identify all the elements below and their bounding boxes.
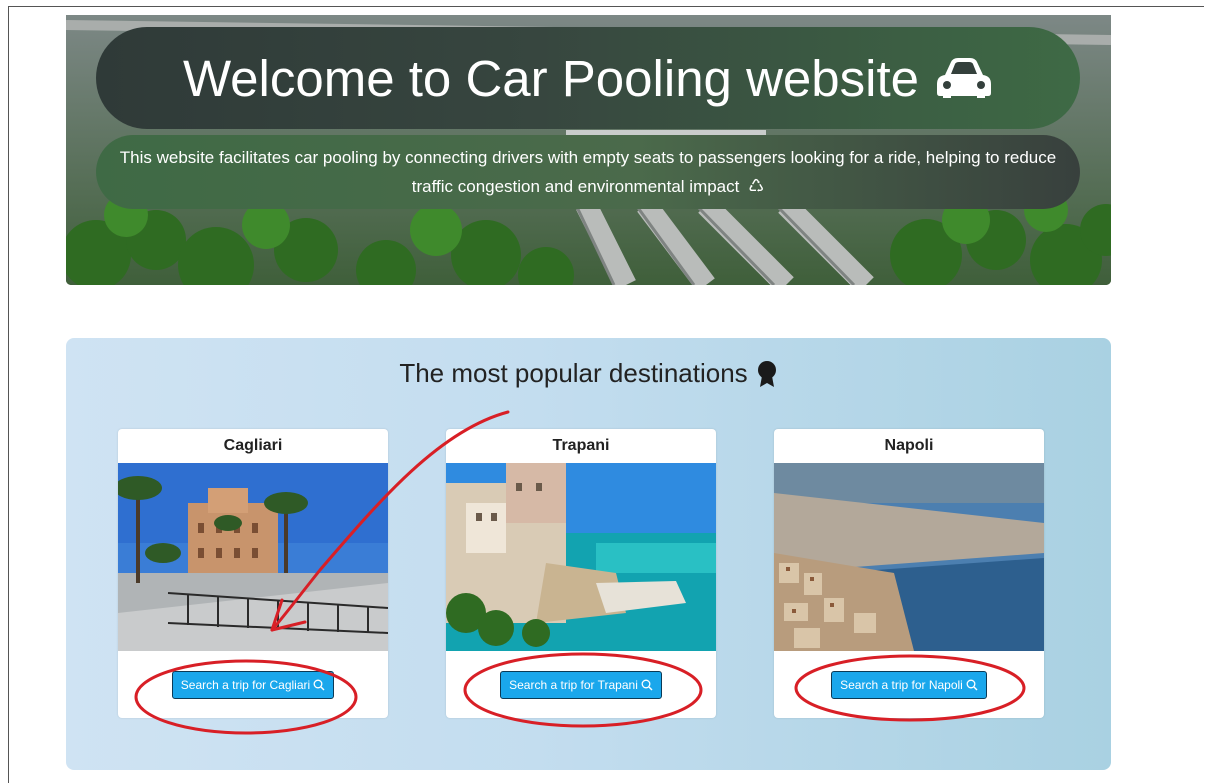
card-title: Trapani xyxy=(552,437,610,454)
car-icon xyxy=(937,58,992,98)
popular-destinations-section: The most popular destinations Cagliari S… xyxy=(66,338,1111,770)
card-title: Napoli xyxy=(884,437,934,454)
napoli-image xyxy=(774,463,1044,651)
section-title: The most popular destinations xyxy=(66,358,1111,389)
destination-card-napoli: Napoli Search a trip for Napoli xyxy=(774,429,1044,718)
search-icon xyxy=(641,679,653,690)
trapani-image xyxy=(446,463,716,651)
hero-description-pill: This website facilitates car pooling by … xyxy=(96,135,1080,209)
hero-banner: Welcome to Car Pooling website This webs… xyxy=(66,15,1111,285)
button-label: Search a trip for Napoli xyxy=(840,677,963,692)
card-title: Cagliari xyxy=(223,437,283,454)
award-icon xyxy=(757,360,776,387)
hero-title-pill: Welcome to Car Pooling website xyxy=(96,27,1080,129)
destination-card-trapani: Trapani Search a trip for Trapani xyxy=(446,429,716,718)
search-icon xyxy=(966,679,978,690)
button-label: Search a trip for Trapani xyxy=(509,677,638,692)
hero-description: This website facilitates car pooling by … xyxy=(119,147,1057,196)
search-trip-trapani-button[interactable]: Search a trip for Trapani xyxy=(500,670,662,699)
page-title: Welcome to Car Pooling website xyxy=(182,49,920,107)
search-trip-cagliari-button[interactable]: Search a trip for Cagliari xyxy=(171,670,335,699)
search-trip-napoli-button[interactable]: Search a trip for Napoli xyxy=(831,670,987,699)
search-icon xyxy=(313,679,325,690)
recycle-icon: ♺ xyxy=(748,175,765,196)
button-label: Search a trip for Cagliari xyxy=(180,677,311,692)
destinations-title: The most popular destinations xyxy=(399,358,748,388)
destination-card-cagliari: Cagliari Search a trip for Cagliari xyxy=(118,429,388,718)
cagliari-image xyxy=(118,463,388,651)
